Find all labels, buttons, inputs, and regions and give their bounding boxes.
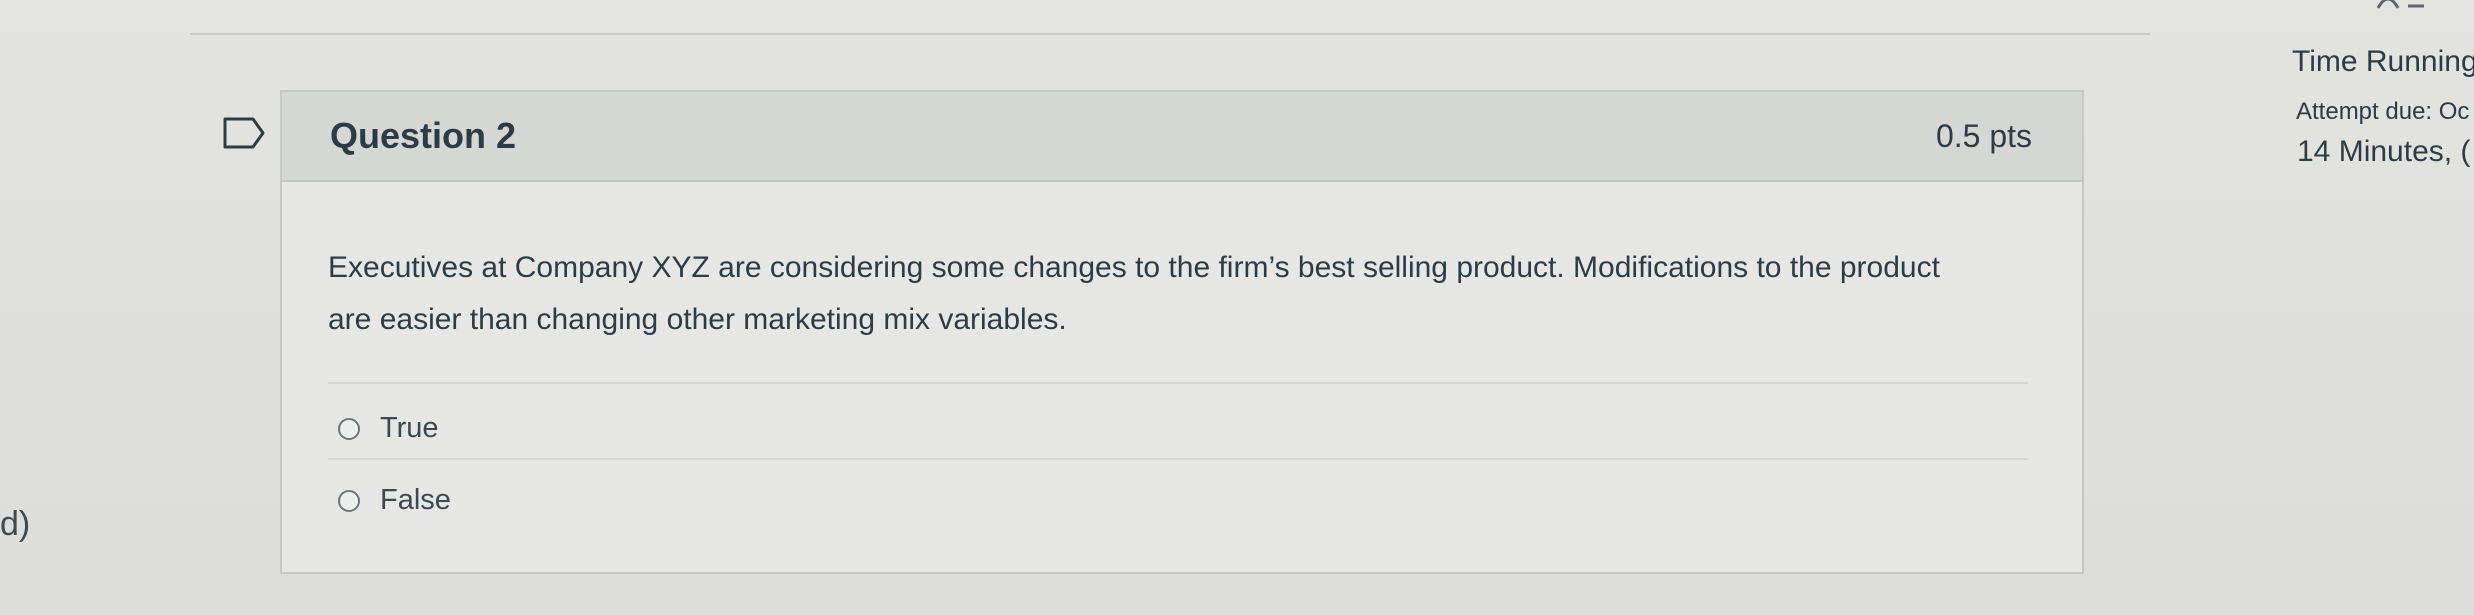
radio-button-false[interactable] <box>338 489 360 512</box>
radio-button-true[interactable] <box>338 417 360 440</box>
answers-top-divider <box>328 382 2028 384</box>
answer-label-true: True <box>380 412 439 444</box>
answer-option-false[interactable]: False <box>338 484 451 517</box>
answers-middle-divider <box>328 458 2028 460</box>
answer-option-true[interactable]: True <box>338 412 439 445</box>
timer-toggle-icon[interactable] <box>2372 0 2432 12</box>
left-edge-text: d) <box>0 505 31 543</box>
quiz-timer-sidebar: Time Running Attempt due: Oc 14 Minutes,… <box>2292 0 2474 615</box>
question-header: Question 2 0.5 pts <box>282 92 2082 182</box>
timer-status-text: Time Running <box>2292 45 2474 78</box>
page-top-divider <box>190 33 2150 35</box>
bookmark-flag-icon[interactable] <box>222 116 266 150</box>
time-remaining-text: 14 Minutes, ( <box>2297 135 2471 168</box>
question-title: Question 2 <box>330 115 517 156</box>
question-points: 0.5 pts <box>1935 117 2032 154</box>
answer-label-false: False <box>380 484 451 516</box>
attempt-due-text: Attempt due: Oc <box>2296 98 2470 125</box>
question-card: Question 2 0.5 pts Executives at Company… <box>280 90 2084 574</box>
question-text: Executives at Company XYZ are considerin… <box>328 251 1940 336</box>
